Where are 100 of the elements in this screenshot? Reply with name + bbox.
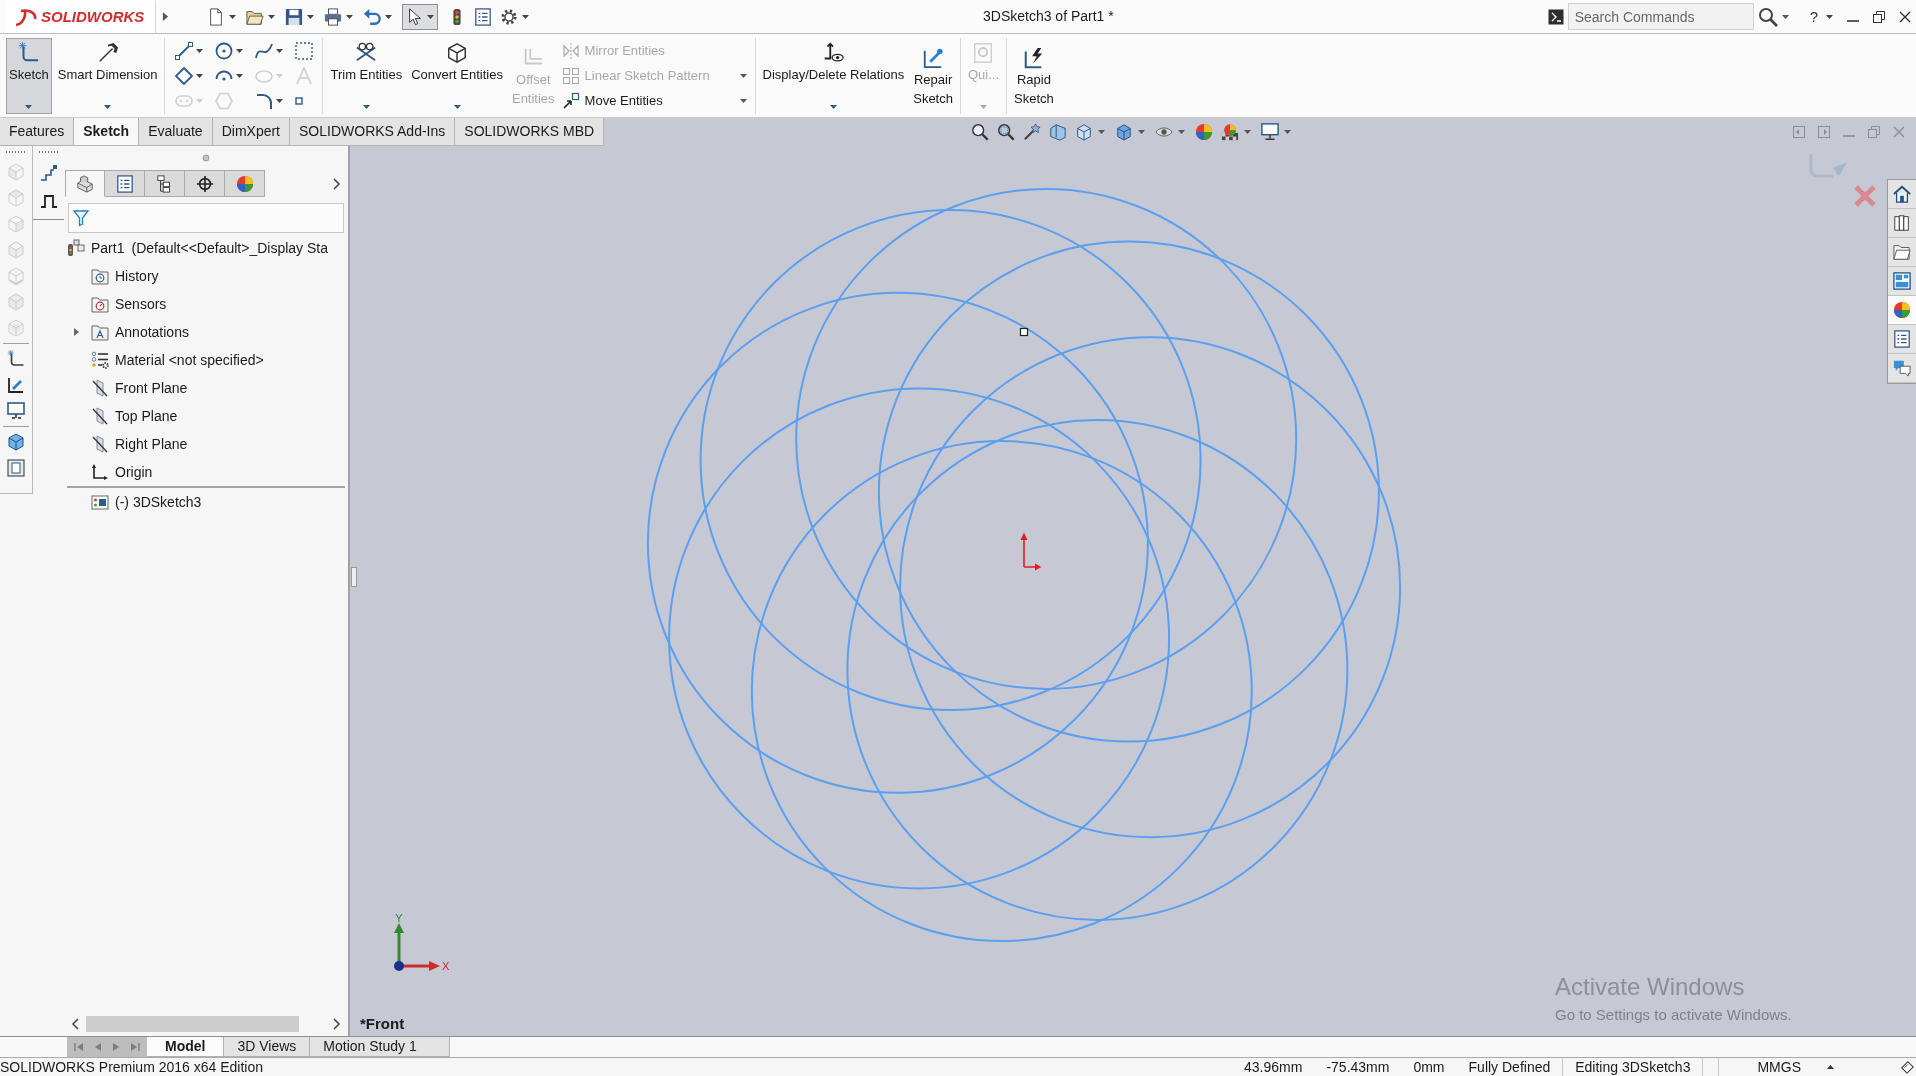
tab[interactable]: Motion Study 1 [310,1037,450,1057]
tile-left-icon[interactable] [1793,126,1805,138]
caret-icon[interactable] [276,49,284,53]
caret-icon[interactable] [236,74,244,78]
frame-icon[interactable] [7,459,25,477]
line-icon[interactable] [175,42,194,60]
gear-icon[interactable] [500,7,518,26]
caret-icon[interactable] [346,14,353,19]
magnifier-icon[interactable] [971,123,990,141]
chevron-right-icon[interactable] [333,1018,340,1030]
close-icon[interactable] [1899,10,1911,23]
scissors-icon[interactable] [355,42,378,64]
ribbon-button[interactable]: Convert Entities [408,38,506,114]
tab[interactable]: Model [147,1037,225,1057]
caret-icon[interactable] [1781,14,1789,19]
caret-icon[interactable] [453,105,461,109]
eye-icon[interactable] [822,42,845,64]
caret-icon[interactable] [229,14,236,19]
filter-field[interactable] [68,203,344,233]
panel-tab[interactable] [185,170,225,197]
tree-item[interactable]: Top Plane [115,407,178,425]
section-view-icon[interactable] [1049,123,1068,141]
ribbon-button[interactable]: Trim Entities [327,38,406,114]
chevron-left-icon[interactable] [72,1018,79,1030]
restore-icon[interactable] [1873,10,1885,23]
caret-icon[interactable] [427,14,434,19]
arrow-icon[interactable] [96,42,119,64]
caret-icon[interactable] [196,74,204,78]
tree-item[interactable]: Annotations [115,323,189,341]
sketch-icon[interactable] [17,42,40,64]
tab[interactable]: Features [0,118,75,146]
crosshair-icon[interactable] [195,174,214,193]
caret-icon[interactable] [25,105,33,109]
corner-line-icon[interactable] [922,47,945,69]
undo-icon[interactable] [363,7,381,26]
tab[interactable]: 3D Views [224,1037,311,1057]
ribbon-button[interactable]: Rapid Sketch [1011,38,1057,114]
tree-item[interactable]: Sensors [115,295,167,313]
command-prompt-icon[interactable] [1547,8,1564,25]
chat-icon[interactable] [1893,359,1911,377]
move-icon[interactable] [562,93,579,109]
caret-icon[interactable] [362,105,370,109]
circle-icon[interactable] [215,42,234,60]
scene-icon[interactable] [1221,123,1240,141]
tab[interactable]: Evaluate [139,118,213,146]
layout-icon[interactable] [1893,272,1911,290]
zoom-box-icon[interactable] [997,123,1016,141]
search-field[interactable]: Search Commands [1567,3,1754,30]
tree-item[interactable]: Origin [115,463,153,481]
expander-icon[interactable] [73,328,79,336]
dashed-rectangle-icon[interactable] [295,42,314,60]
tree-item[interactable]: Part1 [91,239,125,257]
help-button[interactable]: ? [1809,7,1818,26]
caret-icon[interactable] [268,14,275,19]
cube-icon[interactable] [446,42,469,64]
ribbon-button[interactable]: Display/Delete Relations [759,38,908,114]
caret-icon[interactable] [1826,14,1833,19]
caret-icon[interactable] [1827,1065,1834,1069]
save-icon[interactable] [285,7,303,26]
caret-icon[interactable] [522,14,529,19]
tile-right-icon[interactable] [1818,126,1830,138]
home-icon[interactable] [1893,185,1911,203]
panel-tab[interactable] [105,170,145,197]
splitter-handle[interactable] [351,567,357,587]
spline-icon[interactable] [255,42,274,60]
tree-item[interactable]: History [115,267,159,285]
task-pane-tab[interactable] [1888,296,1916,325]
wand-icon[interactable] [1023,123,1042,141]
folder-icon[interactable] [1893,243,1911,261]
pulse-icon[interactable] [39,194,58,208]
chevron-right-icon[interactable] [333,177,340,190]
diamond-icon[interactable] [175,67,194,85]
list-icon[interactable] [1893,330,1911,348]
arc-icon[interactable] [215,70,234,82]
tab[interactable]: SOLIDWORKS Add-Ins [290,118,456,146]
panel-tab[interactable] [145,170,185,197]
printer-icon[interactable] [324,7,342,26]
lightning-icon[interactable] [1022,47,1045,69]
ribbon-button[interactable]: Move Entities [560,93,665,109]
tree-item[interactable]: Front Plane [115,379,188,397]
sketch-icon[interactable] [7,350,25,368]
color-ball-icon[interactable] [1195,123,1214,141]
caret-icon[interactable] [196,49,204,53]
list-icon[interactable] [115,174,134,193]
books-icon[interactable] [1893,214,1911,232]
corner-line-icon[interactable] [7,376,25,394]
caret-icon[interactable] [276,99,284,103]
point-icon[interactable] [295,97,304,105]
color-ball-icon[interactable] [1893,301,1911,319]
caret-icon[interactable] [104,105,112,109]
select-button[interactable] [402,3,438,30]
color-ball-icon[interactable] [235,174,254,193]
tree-item[interactable]: Right Plane [115,435,188,453]
list-icon[interactable] [474,7,492,26]
filter-icon[interactable] [73,210,89,226]
caret-icon[interactable] [385,14,392,19]
scrollbar-thumb[interactable] [86,1016,299,1032]
tag-icon[interactable] [1900,1060,1914,1074]
monitor-icon[interactable] [1261,123,1280,141]
tree-item[interactable]: Material <not specified> [115,351,264,369]
